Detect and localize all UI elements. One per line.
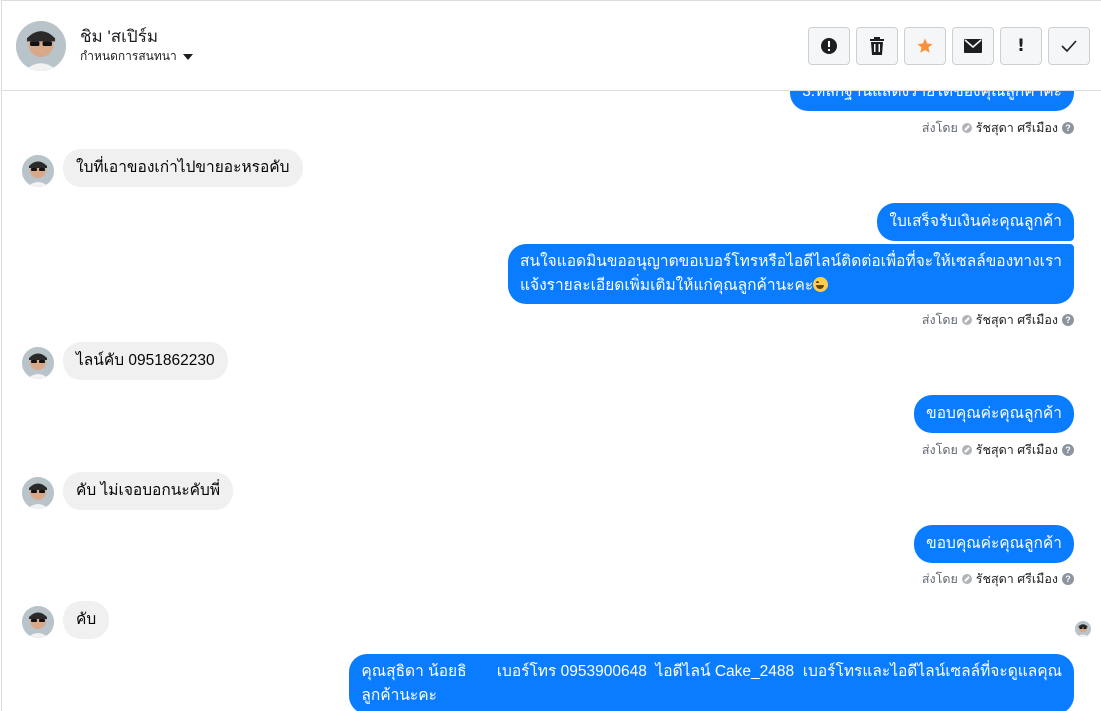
- outgoing-message: ใบเสร็จรับเงินค่ะคุณลูกค้า: [877, 203, 1074, 241]
- sender-avatar[interactable]: [22, 347, 54, 379]
- alert-circle-icon: [821, 38, 837, 54]
- follow-up-button[interactable]: [904, 27, 946, 65]
- sent-by-prefix: ส่งโดย: [921, 572, 958, 586]
- message-text-line: แจ้งรายละเอียดเพิ่มเติมให้แก่คุณลูกค้านะ…: [520, 277, 814, 294]
- smiling-emoji-icon: [813, 277, 829, 292]
- agent-icon: [961, 574, 972, 584]
- help-icon[interactable]: ?: [1062, 314, 1074, 326]
- incoming-message: คับ: [63, 601, 110, 639]
- sent-by-agent[interactable]: รัชสุดา ศรีเมือง: [976, 118, 1058, 138]
- outgoing-message: สนใจแอดมินขออนุญาตขอเบอร์โทรหรือไอดีไลน์…: [508, 244, 1074, 304]
- checkmark-icon: [1061, 40, 1077, 52]
- action-toolbar: !: [808, 27, 1090, 65]
- avatar-image: [1075, 621, 1091, 637]
- important-button[interactable]: !: [1000, 27, 1042, 65]
- sent-by-prefix: ส่งโดย: [921, 443, 958, 457]
- message-text: ขอบคุณค่ะคุณลูกค้า: [926, 535, 1062, 552]
- sent-by-info: ส่งโดย รัชสุดา ศรีเมือง ?: [922, 569, 1074, 589]
- contact-name[interactable]: ชิม 'สเปิร์ม: [80, 23, 158, 50]
- sent-by-info: ส่งโดย รัชสุดา ศรีเมือง ?: [922, 310, 1074, 330]
- incoming-message: ไลน์คับ 0951862230: [63, 342, 228, 380]
- delete-button[interactable]: [856, 27, 898, 65]
- message-text: ขอบคุณค่ะคุณลูกค้า: [926, 405, 1062, 422]
- message-text: คับ ไม่เจอบอกนะคับพี่: [76, 482, 221, 499]
- outgoing-message: ขอบคุณค่ะคุณลูกค้า: [914, 395, 1074, 433]
- sent-by-prefix: ส่งโดย: [921, 121, 958, 135]
- outgoing-message: คุณสุธิดา น้อยธิ เบอร์โทร 0953900648 ไอด…: [349, 654, 1074, 711]
- sent-by-prefix: ส่งโดย: [921, 313, 958, 327]
- contact-avatar[interactable]: [16, 21, 66, 71]
- seen-receipt-avatar: [1075, 621, 1091, 637]
- agent-icon: [961, 315, 972, 325]
- avatar-image: [22, 606, 54, 638]
- sent-by-agent[interactable]: รัชสุดา ศรีเมือง: [976, 440, 1058, 460]
- message-text: ใบที่เอาของเก่าไปขายอะหรอคับ: [76, 159, 290, 176]
- sender-avatar[interactable]: [22, 477, 54, 509]
- message-text: ไลน์คับ 0951862230: [76, 352, 215, 369]
- sender-avatar[interactable]: [22, 606, 54, 638]
- avatar-image: [16, 21, 66, 71]
- exclamation-icon: !: [1017, 36, 1025, 56]
- schedule-conversation-dropdown[interactable]: กำหนดการสนทนา: [80, 47, 193, 66]
- message-thread[interactable]: 3.หลักฐานแสดงรายได้ของคุณลูกค้าค่ะ ส่งโด…: [2, 1, 1101, 711]
- incoming-message: คับ ไม่เจอบอกนะคับพี่: [63, 472, 234, 510]
- incoming-message: ใบที่เอาของเก่าไปขายอะหรอคับ: [63, 149, 303, 187]
- message-text: คับ: [76, 611, 97, 628]
- star-icon: [917, 38, 933, 53]
- trash-icon: [870, 37, 884, 55]
- help-icon[interactable]: ?: [1062, 122, 1074, 134]
- spam-button[interactable]: [808, 27, 850, 65]
- avatar-image: [22, 155, 54, 187]
- sent-by-info: ส่งโดย รัชสุดา ศรีเมือง ?: [922, 440, 1074, 460]
- done-button[interactable]: [1048, 27, 1090, 65]
- outgoing-message: ขอบคุณค่ะคุณลูกค้า: [914, 525, 1074, 563]
- help-icon[interactable]: ?: [1062, 573, 1074, 585]
- caret-down-icon: [182, 53, 193, 60]
- agent-icon: [961, 445, 972, 455]
- avatar-image: [22, 477, 54, 509]
- envelope-icon: [964, 39, 982, 53]
- sent-by-agent[interactable]: รัชสุดา ศรีเมือง: [976, 310, 1058, 330]
- message-text-line: สนใจแอดมินขออนุญาตขอเบอร์โทรหรือไอดีไลน์…: [520, 253, 1062, 270]
- sent-by-info: ส่งโดย รัชสุดา ศรีเมือง ?: [922, 118, 1074, 138]
- message-text-line: คุณสุธิดา น้อยธิ เบอร์โทร 0953900648 ไอด…: [361, 663, 1062, 680]
- agent-icon: [961, 123, 972, 133]
- conversation-header: ชิม 'สเปิร์ม กำหนดการสนทนา !: [2, 1, 1101, 91]
- help-icon[interactable]: ?: [1062, 444, 1074, 456]
- schedule-label: กำหนดการสนทนา: [80, 49, 177, 63]
- avatar-image: [22, 347, 54, 379]
- sent-by-agent[interactable]: รัชสุดา ศรีเมือง: [976, 569, 1058, 589]
- mark-unread-button[interactable]: [952, 27, 994, 65]
- message-text-line: ลูกค้านะคะ: [361, 687, 437, 704]
- sender-avatar[interactable]: [22, 155, 54, 187]
- conversation-panel: 3.หลักฐานแสดงรายได้ของคุณลูกค้าค่ะ ส่งโด…: [1, 0, 1101, 711]
- message-text: ใบเสร็จรับเงินค่ะคุณลูกค้า: [889, 213, 1062, 230]
